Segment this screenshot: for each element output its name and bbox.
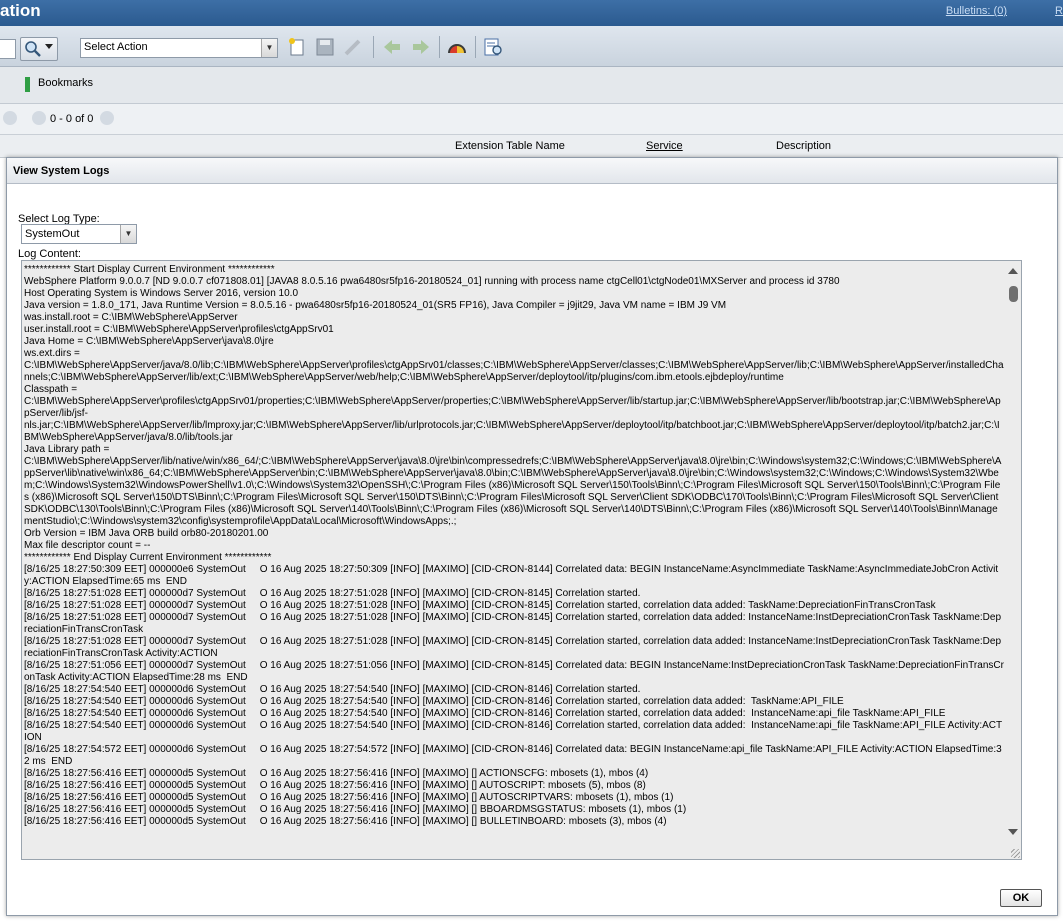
chevron-down-icon (45, 44, 53, 49)
log-type-value: SystemOut (25, 228, 80, 240)
chevron-down-icon: ▼ (120, 225, 136, 243)
select-action-value: Select Action (84, 41, 148, 53)
next-page-icon[interactable] (100, 111, 114, 125)
previous-record-icon[interactable] (382, 37, 402, 57)
dialog-titlebar[interactable]: View System Logs (7, 158, 1057, 184)
log-content-textarea[interactable]: ************ Start Display Current Envir… (21, 260, 1022, 860)
search-icon (25, 41, 41, 57)
previous-page-icon[interactable] (3, 111, 17, 125)
toolbar-divider (475, 36, 476, 58)
view-log-icon[interactable] (482, 37, 502, 57)
table-header: Extension Table Name Service Description (0, 135, 1063, 158)
pagination-bar: 0 - 0 of 0 (0, 104, 1063, 135)
scroll-thumb[interactable] (1009, 286, 1018, 302)
app-title: ation (0, 1, 41, 20)
log-scrollbar[interactable] (1006, 261, 1021, 859)
scroll-down-icon[interactable] (1008, 829, 1018, 835)
column-header-description[interactable]: Description (776, 140, 831, 152)
column-header-service[interactable]: Service (646, 140, 683, 152)
log-content-label: Log Content: (18, 248, 81, 260)
toolbar-divider (373, 36, 374, 58)
bookmarks-bar: Bookmarks (0, 67, 1063, 104)
toolbar-divider (439, 36, 440, 58)
new-record-icon[interactable] (287, 37, 307, 57)
scroll-up-icon[interactable] (1008, 268, 1018, 274)
search-button[interactable] (20, 37, 58, 61)
ok-button[interactable]: OK (1000, 889, 1042, 907)
next-record-icon[interactable] (411, 37, 431, 57)
clear-changes-icon[interactable] (343, 37, 363, 57)
bookmark-icon (25, 77, 30, 92)
search-input[interactable] (0, 39, 16, 59)
app-header: ation Bulletins: (0) R (0, 0, 1063, 26)
dialog-title: View System Logs (13, 165, 110, 177)
toolbar: Select Action ▼ (0, 26, 1063, 67)
save-icon[interactable] (315, 37, 335, 57)
chevron-down-icon: ▼ (261, 39, 277, 57)
bulletins-link[interactable]: Bulletins: (0) (946, 5, 1007, 17)
column-header-extension-table-name[interactable]: Extension Table Name (455, 140, 565, 152)
first-page-icon[interactable] (32, 111, 46, 125)
log-type-select[interactable]: SystemOut ▼ (21, 224, 137, 244)
bookmarks-tab[interactable]: Bookmarks (38, 77, 93, 89)
pagination-count: 0 - 0 of 0 (50, 113, 94, 125)
resize-grip-icon[interactable] (1011, 849, 1020, 858)
header-link[interactable]: R (1055, 5, 1063, 17)
view-system-logs-dialog: View System Logs Select Log Type: System… (6, 157, 1058, 916)
log-content-text: ************ Start Display Current Envir… (24, 264, 1004, 827)
dashboard-icon[interactable] (446, 37, 466, 57)
select-action-dropdown[interactable]: Select Action ▼ (80, 38, 278, 58)
